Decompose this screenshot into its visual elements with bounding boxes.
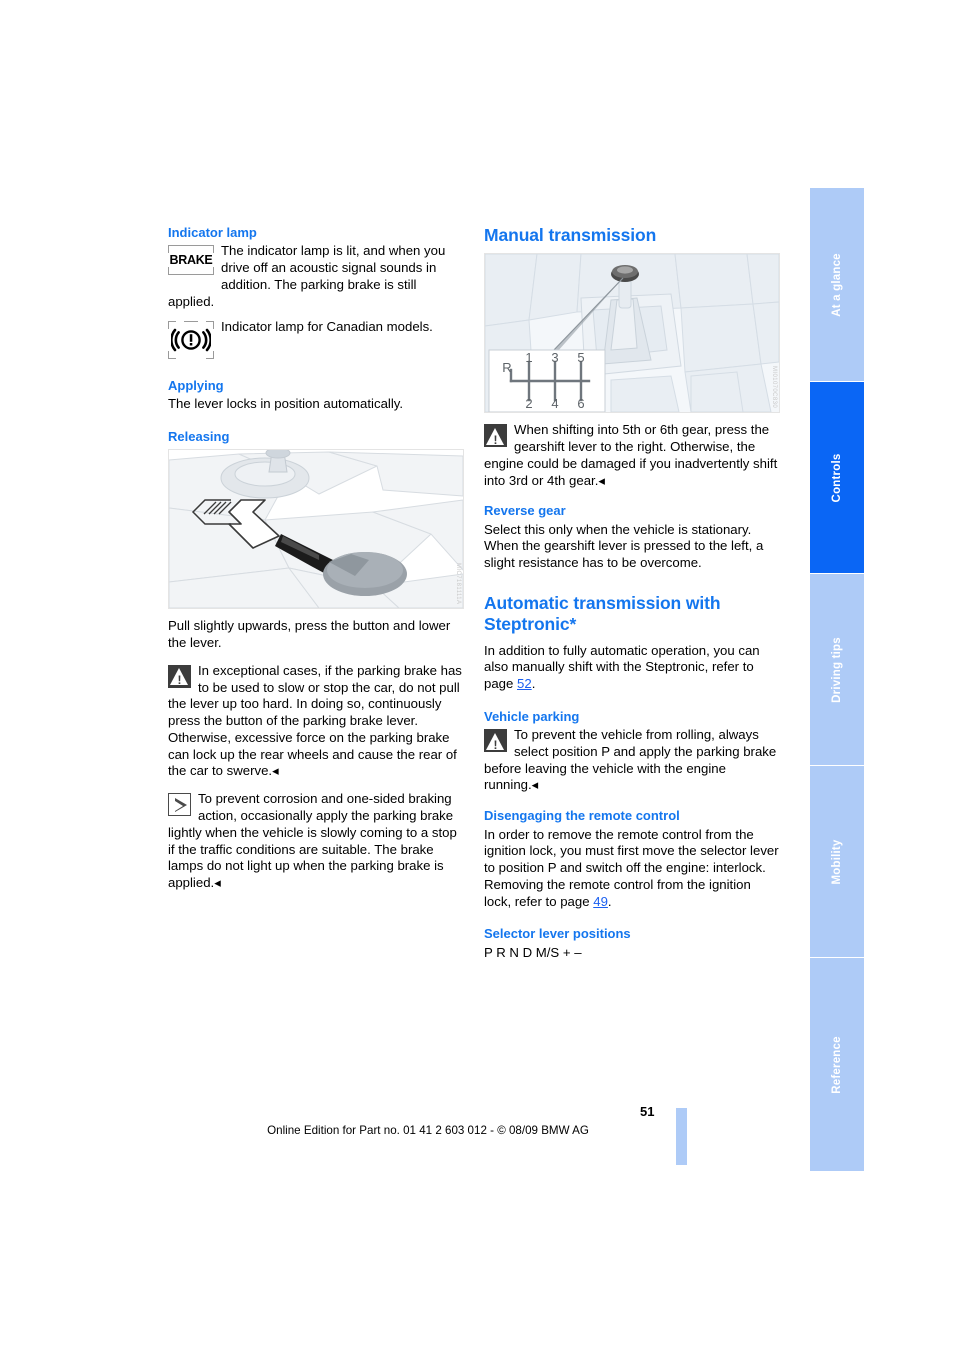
heading-applying: Applying (168, 378, 224, 394)
warning-end-marker: ◂ (531, 777, 539, 793)
applying-text: The lever locks in position automaticall… (168, 396, 404, 412)
tip-end-marker: ◂ (214, 875, 221, 891)
warning-triangle-icon: ! (484, 729, 507, 757)
disengaging-remote-control-text: In order to remove the remote control fr… (484, 826, 779, 909)
manual-transmission-warning: ! When shifting into 5th or 6th gear, pr… (484, 422, 780, 489)
releasing-warning-text: In exceptional cases, if the parking bra… (168, 662, 462, 729)
figure-reference-code: MI01070C830 (771, 366, 777, 409)
svg-text:3: 3 (551, 350, 558, 365)
sidebar-tab-mobility[interactable]: Mobility (810, 766, 864, 957)
automatic-transmission-intro: In addition to fully automatic operation… (484, 642, 760, 692)
releasing-tip-text: To prevent corrosion and one-sided braki… (168, 791, 457, 891)
sidebar-tab-label: Mobility (831, 838, 843, 885)
figure-manual-transmission: R 1 3 5 2 4 6 MI01070C830 (484, 253, 780, 414)
warning-end-marker: ◂ (272, 763, 279, 779)
sidebar-tab-driving-tips[interactable]: Driving tips (810, 574, 864, 765)
svg-text:5: 5 (577, 350, 584, 365)
heading-disengaging-remote-control: Disengaging the remote control (484, 808, 680, 824)
tip-triangle-icon (168, 793, 191, 821)
sidebar-tab-reference[interactable]: Reference (810, 958, 864, 1171)
indicator-lamp-note: BRAKE The indicator lamp is lit, and whe… (168, 243, 464, 310)
canadian-indicator-note-text: Indicator lamp for Canadian models. (221, 319, 433, 335)
canadian-brake-lamp-icon (168, 321, 214, 364)
footer-text: Online Edition for Part no. 01 41 2 603 … (267, 1124, 589, 1137)
heading-selector-lever-positions: Selector lever positions (484, 926, 631, 942)
heading-automatic-transmission: Automatic transmission with Steptronic* (484, 592, 721, 635)
reverse-gear-text: Select this only when the vehicle is sta… (484, 521, 764, 571)
selector-lever-positions-text: P R N D M/S + – (484, 944, 582, 960)
brake-lamp-icon: BRAKE (168, 245, 214, 280)
warning-end-marker: ◂ (598, 472, 605, 488)
figure-parking-brake-lever: MIC7181111A (168, 449, 464, 610)
sidebar-tab-controls[interactable]: Controls (810, 382, 864, 573)
svg-text:1: 1 (525, 350, 532, 365)
releasing-tip: To prevent corrosion and one-sided braki… (168, 791, 464, 892)
warning-triangle-icon: ! (484, 424, 507, 452)
section-tab-rail: At a glance Controls Driving tips Mobili… (810, 188, 864, 1171)
heading-vehicle-parking: Vehicle parking (484, 708, 580, 724)
svg-text:6: 6 (577, 396, 584, 411)
svg-text:R: R (502, 360, 511, 375)
vehicle-parking-warning: ! To prevent the vehicle from rolling, a… (484, 727, 780, 794)
heading-reverse-gear: Reverse gear (484, 503, 566, 519)
vehicle-parking-warning-text: To prevent the vehicle from rolling, alw… (484, 727, 777, 793)
sidebar-tab-at-a-glance[interactable]: At a glance (810, 188, 864, 381)
releasing-warning: ! In exceptional cases, if the parking b… (168, 663, 464, 730)
sidebar-tab-label: Reference (831, 1035, 843, 1094)
left-column: Indicator lamp BRAKE The indicator lamp … (168, 225, 464, 892)
sidebar-tab-label: Controls (831, 453, 843, 502)
manual-transmission-warning-text: When shifting into 5th or 6th gear, pres… (484, 422, 778, 488)
svg-text:4: 4 (551, 396, 558, 411)
canadian-indicator-note: Indicator lamp for Canadian models. (168, 319, 464, 364)
warning-triangle-icon: ! (168, 664, 191, 693)
sidebar-tab-label: At a glance (831, 252, 843, 317)
brake-icon-label: BRAKE (169, 253, 213, 267)
page-link-49[interactable]: 49 (593, 894, 608, 909)
releasing-warning-continued: Otherwise, excessive force on the parkin… (168, 729, 457, 779)
right-column: Manual transmission R 1 3 5 2 4 6 MI0107… (484, 225, 780, 963)
sidebar-tab-label: Driving tips (831, 636, 843, 703)
heading-releasing: Releasing (168, 429, 230, 445)
figure-reference-code: MIC7181111A (455, 562, 461, 605)
heading-manual-transmission: Manual transmission (484, 225, 657, 245)
page-link-52[interactable]: 52 (517, 676, 532, 691)
heading-indicator-lamp: Indicator lamp (168, 225, 257, 240)
svg-text:2: 2 (525, 396, 532, 411)
releasing-instruction: Pull slightly upwards, press the button … (168, 618, 451, 651)
manual-page: At a glance Controls Driving tips Mobili… (0, 0, 954, 1350)
page-number: 51 (640, 1104, 655, 1119)
